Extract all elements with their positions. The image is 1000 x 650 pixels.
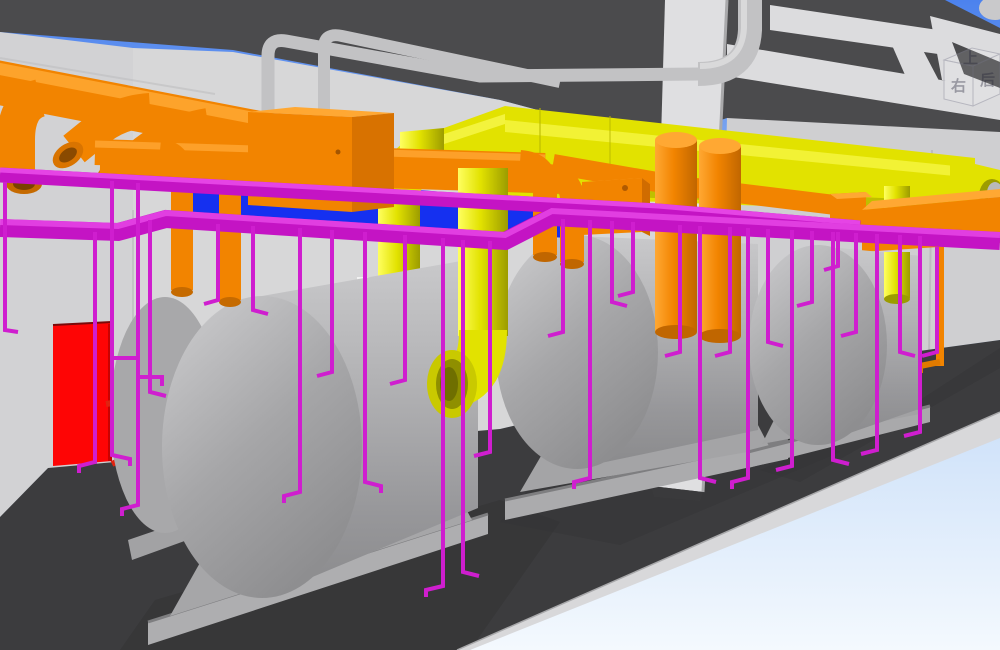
viewcube-top-label[interactable]: 上 — [963, 49, 978, 67]
viewcube-left-label[interactable]: 右 — [951, 77, 966, 95]
viewcube-right-label[interactable]: 后 — [980, 71, 995, 89]
yellow-riser-right-bottom — [884, 252, 910, 298]
fire-door[interactable] — [53, 322, 112, 466]
viewcube[interactable]: 右 后 上 — [944, 48, 1000, 106]
model-viewport[interactable]: 右 后 上 — [0, 0, 1000, 650]
